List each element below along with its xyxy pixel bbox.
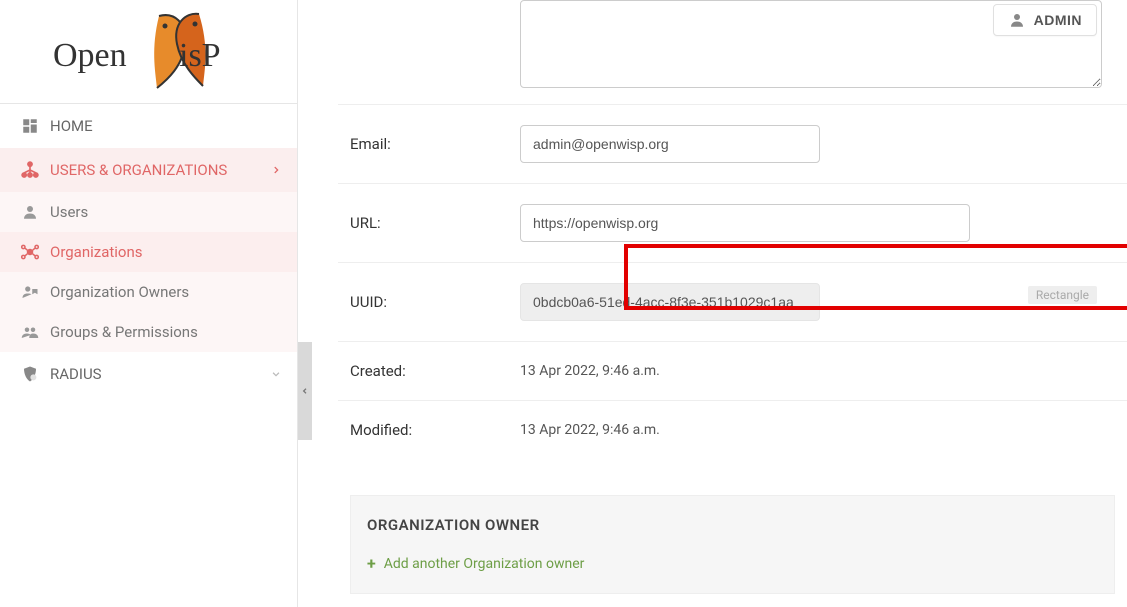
created-value: 13 Apr 2022, 9:46 a.m. [520,363,660,379]
annotation-rectangle-badge: Rectangle [1028,286,1097,304]
add-org-owner-link[interactable]: + Add another Organization owner [367,554,1098,573]
nav-users-orgs-submenu: Users Organizations Organization Owners … [0,192,297,352]
modified-field-row: Modified: 13 Apr 2022, 9:46 a.m. [338,401,1127,459]
logo-area: Open isP [0,0,297,104]
email-input[interactable] [520,125,820,163]
modified-label: Modified: [350,421,520,439]
main-content: ADMIN Email: URL: UUID: Created: 13 Apr … [298,0,1127,607]
nav-home[interactable]: HOME [0,104,297,148]
owner-icon [16,283,44,301]
nav-org-owners[interactable]: Organization Owners [0,272,297,312]
nav: HOME USERS & ORGANIZATIONS Users [0,104,297,396]
openwisp-logo: Open isP [39,8,259,96]
nav-radius-label: RADIUS [44,365,271,383]
created-label: Created: [350,362,520,380]
nav-users-orgs[interactable]: USERS & ORGANIZATIONS [0,148,297,192]
uuid-field-row: UUID: [338,263,1127,342]
svg-text:Open: Open [53,37,127,74]
email-field-row: Email: [338,105,1127,184]
nav-groups-perms[interactable]: Groups & Permissions [0,312,297,352]
uuid-label: UUID: [350,293,520,311]
shield-icon [16,365,44,383]
svg-text:isP: isP [179,37,221,74]
person-icon [1008,11,1026,29]
add-org-owner-label: Add another Organization owner [384,556,585,572]
url-input[interactable] [520,204,970,242]
nav-users-orgs-label: USERS & ORGANIZATIONS [44,161,271,179]
nav-users-label: Users [44,203,281,221]
nav-organizations[interactable]: Organizations [0,232,297,272]
nav-radius[interactable]: RADIUS [0,352,297,396]
nav-home-label: HOME [44,117,281,135]
admin-user-label: ADMIN [1034,12,1082,28]
url-label: URL: [350,214,520,232]
modified-value: 13 Apr 2022, 9:46 a.m. [520,422,660,438]
nav-organizations-label: Organizations [44,243,281,261]
uuid-readonly-input[interactable] [520,283,820,321]
chevron-down-icon [271,365,281,383]
url-field-row: URL: [338,184,1127,263]
group-icon [16,323,44,341]
created-field-row: Created: 13 Apr 2022, 9:46 a.m. [338,342,1127,401]
chevron-right-icon [271,161,281,179]
dashboard-icon [16,117,44,135]
org-owner-section-title: ORGANIZATION OWNER [367,516,1098,534]
nav-groups-perms-label: Groups & Permissions [44,323,281,341]
plus-icon: + [367,554,376,573]
person-icon [16,203,44,221]
sidebar: Open isP HOME USERS & ORGANIZATIONS [0,0,298,607]
network-icon [16,242,44,262]
nav-org-owners-label: Organization Owners [44,283,281,301]
admin-user-menu[interactable]: ADMIN [993,4,1097,36]
org-owner-section: ORGANIZATION OWNER + Add another Organiz… [350,495,1115,594]
nav-users[interactable]: Users [0,192,297,232]
email-label: Email: [350,135,520,153]
org-tree-icon [16,160,44,180]
